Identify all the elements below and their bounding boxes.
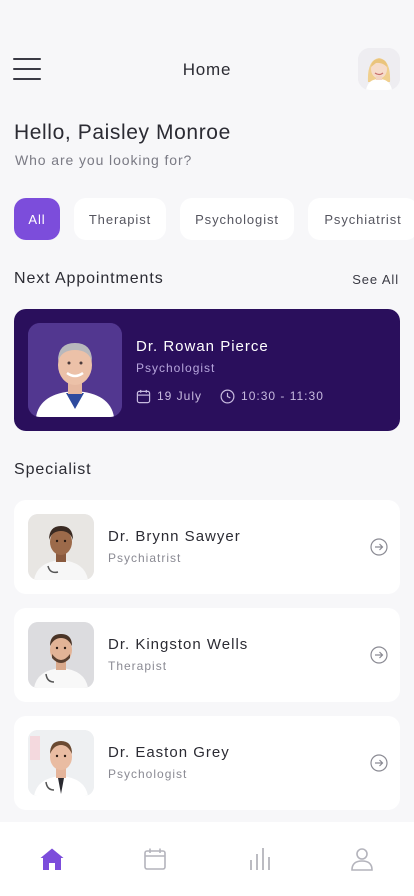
profile-icon [351,848,374,871]
tab-profile[interactable] [311,822,414,896]
tab-home[interactable] [0,822,104,896]
specialist-heading: Specialist [14,461,92,478]
specialist-specialty: Therapist [108,659,168,673]
specialist-name: Dr. Easton Grey [108,744,230,761]
page-title: Home [182,60,232,79]
arrow-right-circle-icon[interactable] [370,646,388,664]
specialist-specialty: Psychiatrist [108,551,182,565]
clock-icon [220,389,235,403]
appointment-meta: 19 July 10:30 - 11:30 [136,388,324,404]
doctor-photo [28,622,94,688]
doctor-photo [28,730,94,796]
home-icon [40,848,64,870]
arrow-right-circle-icon[interactable] [370,538,388,556]
chip-psychologist[interactable]: Psychologist [180,198,294,240]
calendar-icon [144,848,167,870]
user-avatar[interactable] [358,48,400,90]
appointment-date: 19 July [157,389,203,403]
doctor-photo [28,323,122,417]
doctor-photo [28,514,94,580]
chip-psychiatrist[interactable]: Psychiatrist [308,198,414,240]
bottom-tab-bar [0,822,414,896]
appointments-heading: Next Appointments [14,270,164,287]
specialist-specialty: Psychologist [108,767,188,781]
arrow-right-circle-icon[interactable] [370,754,388,772]
tab-calendar[interactable] [104,822,208,896]
app-header: Home [0,44,414,94]
see-all-link[interactable]: See All [352,272,399,287]
category-filter: All Therapist Psychologist Psychiatrist [14,198,414,240]
chip-all[interactable]: All [14,198,60,240]
specialist-name: Dr. Brynn Sawyer [108,528,241,545]
greeting-subtitle: Who are you looking for? [15,152,193,168]
calendar-icon [136,389,151,403]
appointment-doctor-specialty: Psychologist [136,361,216,375]
specialist-card[interactable]: Dr. Brynn Sawyer Psychiatrist [14,500,400,594]
specialist-name: Dr. Kingston Wells [108,636,249,653]
tab-stats[interactable] [207,822,311,896]
greeting-title: Hello, Paisley Monroe [14,121,231,144]
specialist-card[interactable]: Dr. Kingston Wells Therapist [14,608,400,702]
stats-icon [249,848,270,870]
appointment-time: 10:30 - 11:30 [241,389,324,403]
specialist-card[interactable]: Dr. Easton Grey Psychologist [14,716,400,810]
appointment-doctor-name: Dr. Rowan Pierce [136,338,269,355]
appointment-card[interactable]: Dr. Rowan Pierce Psychologist 19 July 10… [14,309,400,431]
chip-therapist[interactable]: Therapist [74,198,166,240]
